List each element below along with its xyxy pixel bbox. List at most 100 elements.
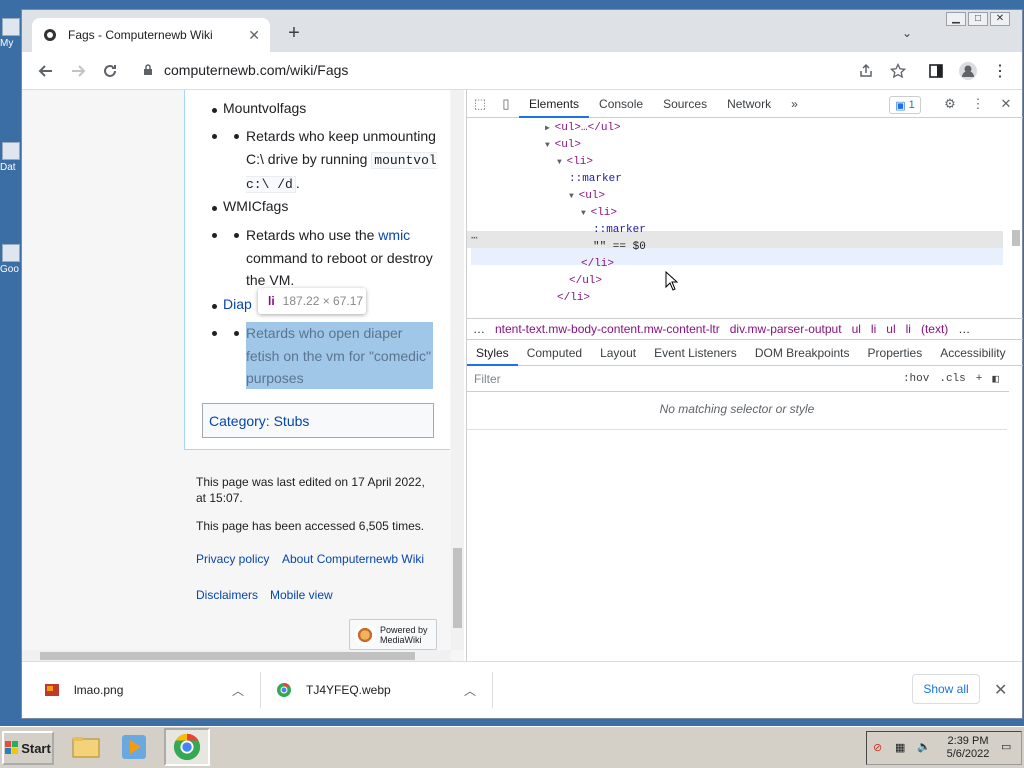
breadcrumb-item[interactable]: (text)	[921, 322, 948, 336]
breadcrumb-item[interactable]: li	[906, 322, 911, 336]
reload-button[interactable]	[94, 55, 126, 87]
collapse-arrow-icon[interactable]: ▼	[557, 158, 567, 167]
dom-node-row[interactable]: ▼ <ul>	[569, 188, 605, 205]
lock-icon	[144, 64, 152, 75]
chevron-up-icon[interactable]: ︿	[464, 682, 476, 699]
menu-button[interactable]: ⋮	[984, 55, 1016, 87]
browser-tab[interactable]: Fags - Computernewb Wiki ✕	[32, 18, 270, 52]
profile-button[interactable]	[952, 55, 984, 87]
mobile-view-link[interactable]: Mobile view	[270, 588, 333, 602]
scrollbar-thumb[interactable]	[40, 652, 415, 660]
chevron-up-icon[interactable]: ︿	[232, 682, 244, 699]
close-window-button[interactable]: ✕	[990, 12, 1010, 26]
volume-icon[interactable]: 🔈	[917, 740, 931, 753]
dom-node-row[interactable]: </li>	[581, 256, 614, 273]
powered-by-mediawiki-badge[interactable]: Powered by MediaWiki	[349, 619, 437, 650]
tab-sources[interactable]: Sources	[653, 90, 717, 118]
page-horizontal-scrollbar[interactable]	[22, 650, 451, 661]
breadcrumb-item[interactable]: ntent-text.mw-body-content.mw-content-lt…	[495, 322, 720, 336]
download-item[interactable]: lmao.png ︿	[44, 672, 244, 708]
collapse-arrow-icon[interactable]: ▼	[545, 141, 555, 150]
subtab-layout[interactable]: Layout	[591, 340, 645, 366]
breadcrumb-item[interactable]: ul	[886, 322, 895, 336]
diaper-link[interactable]: Diap	[223, 296, 252, 312]
dom-node-row[interactable]: ▼ <ul>	[545, 137, 581, 154]
tab-network[interactable]: Network	[717, 90, 781, 118]
breadcrumb-item[interactable]: ul	[852, 322, 861, 336]
show-desktop-icon[interactable]: ▭	[1001, 740, 1011, 753]
clock[interactable]: 2:39 PM 5/6/2022	[943, 735, 993, 761]
dom-node-row[interactable]: ::marker	[593, 222, 646, 239]
scrollbar-thumb[interactable]	[453, 548, 462, 628]
expand-arrow-icon[interactable]: ▶	[545, 124, 555, 133]
address-bar[interactable]: computernewb.com/wiki/Fags	[132, 55, 912, 85]
close-download-bar-icon[interactable]: ✕	[994, 680, 1007, 700]
dom-node-row[interactable]: </ul>	[569, 273, 602, 290]
page-vertical-scrollbar[interactable]	[451, 90, 464, 650]
about-link[interactable]: About Computernewb Wiki	[282, 552, 424, 566]
privacy-policy-link[interactable]: Privacy policy	[196, 552, 269, 566]
devtools-menu-icon[interactable]: ⋮	[965, 90, 991, 118]
desktop-icon-data[interactable]: Dat	[0, 142, 22, 173]
download-item[interactable]: TJ4YFEQ.webp ︿	[276, 672, 476, 708]
styles-scrollbar[interactable]	[1009, 366, 1023, 661]
side-panel-button[interactable]	[920, 55, 952, 87]
category-label[interactable]: Category:	[209, 413, 270, 429]
desktop-icon-my-computer[interactable]: My	[0, 18, 22, 49]
subtab-accessibility[interactable]: Accessibility	[931, 340, 1014, 366]
maximize-button[interactable]: □	[968, 12, 988, 26]
toggle-sidebar-icon[interactable]: ◧	[992, 372, 999, 386]
network-error-icon[interactable]: ⊘	[873, 741, 882, 754]
ellipsis-icon[interactable]: ⋯	[471, 231, 478, 248]
settings-gear-icon[interactable]: ⚙	[937, 90, 963, 118]
tab-close-icon[interactable]: ✕	[248, 27, 260, 44]
dom-node-row[interactable]: ::marker	[569, 171, 622, 188]
dom-node-row[interactable]: ▶ <ul>…</ul>	[545, 120, 621, 137]
breadcrumb-item[interactable]: div.mw-parser-output	[730, 322, 842, 336]
breadcrumb-item[interactable]: …	[958, 322, 970, 336]
start-button[interactable]: Start	[2, 731, 54, 765]
subtab-properties[interactable]: Properties	[859, 340, 932, 366]
cls-toggle[interactable]: .cls	[939, 373, 965, 385]
collapse-arrow-icon[interactable]: ▼	[569, 192, 579, 201]
inspect-element-icon[interactable]: ⬚	[467, 90, 493, 118]
dom-node-row[interactable]: "" == $0	[593, 239, 646, 256]
wmic-link[interactable]: wmic	[378, 227, 410, 243]
more-tabs-chevron-icon[interactable]: »	[781, 90, 808, 118]
forward-button[interactable]	[62, 55, 94, 87]
category-link[interactable]: Stubs	[274, 413, 310, 429]
new-tab-button[interactable]: +	[282, 22, 306, 46]
tab-elements[interactable]: Elements	[519, 90, 590, 118]
scrollbar-thumb[interactable]	[1012, 230, 1020, 246]
new-style-rule-icon[interactable]: +	[976, 373, 983, 385]
hov-toggle[interactable]: :hov	[903, 373, 929, 385]
subtab-computed[interactable]: Computed	[518, 340, 591, 366]
back-button[interactable]	[30, 55, 62, 87]
tab-console[interactable]: Console	[589, 90, 653, 118]
filter-input[interactable]: Filter	[474, 372, 903, 386]
dom-node-row[interactable]: ▼ <li>	[581, 205, 617, 222]
issues-badge[interactable]: ▣ 1	[889, 96, 921, 114]
network-icon[interactable]: ▦	[895, 741, 905, 754]
share-button[interactable]	[850, 55, 882, 87]
dom-node-row[interactable]: </li>	[557, 290, 590, 307]
dom-node-row[interactable]: ▼ <li>	[557, 154, 593, 171]
tab-search-chevron-icon[interactable]: ⌄	[902, 26, 912, 40]
breadcrumb-item[interactable]: …	[473, 322, 485, 336]
minimize-button[interactable]: ▁	[946, 12, 966, 26]
media-player-icon[interactable]	[118, 731, 150, 763]
desktop-icon-google[interactable]: Goo	[0, 244, 22, 275]
bookmark-button[interactable]	[882, 55, 914, 87]
collapse-arrow-icon[interactable]: ▼	[581, 209, 591, 218]
close-devtools-icon[interactable]: ✕	[993, 90, 1019, 118]
device-toolbar-icon[interactable]: ▯	[493, 90, 519, 118]
show-all-button[interactable]: Show all	[912, 674, 980, 704]
disclaimers-link[interactable]: Disclaimers	[196, 588, 258, 602]
subtab-styles[interactable]: Styles	[467, 340, 518, 366]
chrome-taskbar-button[interactable]	[164, 728, 210, 766]
subtab-event-listeners[interactable]: Event Listeners	[645, 340, 746, 366]
subtab-dom-breakpoints[interactable]: DOM Breakpoints	[746, 340, 859, 366]
dom-scrollbar[interactable]	[1009, 118, 1023, 318]
breadcrumb-item[interactable]: li	[871, 322, 876, 336]
file-explorer-icon[interactable]	[70, 731, 102, 763]
